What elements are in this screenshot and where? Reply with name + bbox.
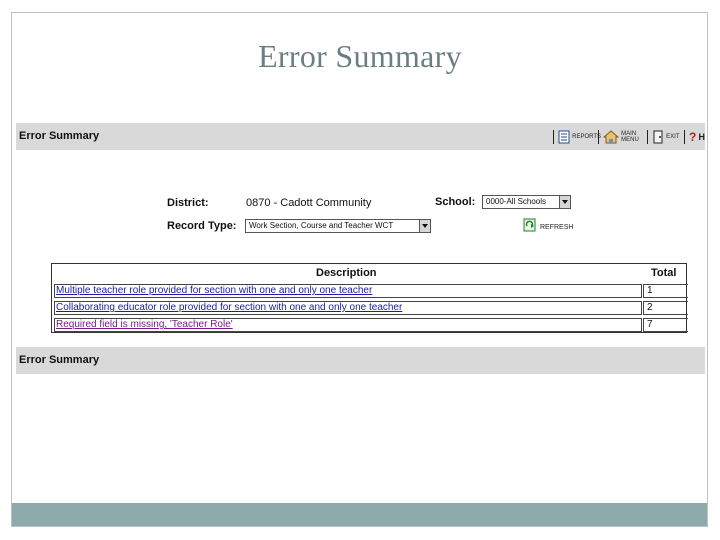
record-type-select-value: Work Section, Course and Teacher WCT <box>249 221 394 230</box>
refresh-button[interactable]: Refresh <box>523 218 573 237</box>
error-total: 1 <box>643 284 688 298</box>
toolbar-separator <box>598 130 600 144</box>
reports-button[interactable]: Reports <box>558 130 602 144</box>
chevron-down-icon[interactable] <box>559 196 570 208</box>
record-type-select[interactable]: Work Section, Course and Teacher WCT <box>245 219 431 233</box>
house-icon <box>603 130 620 144</box>
record-type-label: Record Type: <box>167 220 237 232</box>
footer-title: Error Summary <box>19 354 100 366</box>
error-description-link[interactable]: Multiple teacher role provided for secti… <box>54 284 642 298</box>
main-menu-label: Main Menu <box>621 131 639 143</box>
error-description-link[interactable]: Required field is missing, 'Teacher Role… <box>54 318 642 332</box>
total-header: Total <box>651 267 677 279</box>
door-icon <box>652 130 664 144</box>
school-select-value: 0000-All Schools <box>486 197 547 206</box>
description-header: Description <box>316 267 377 279</box>
help-label: H <box>698 132 706 142</box>
question-icon: ? <box>689 130 697 144</box>
chevron-down-icon[interactable] <box>419 220 430 232</box>
error-description-link[interactable]: Collaborating educator role provided for… <box>54 301 642 315</box>
error-summary-table: Description Total Multiple teacher role … <box>51 263 688 333</box>
help-button[interactable]: ? H <box>689 130 706 144</box>
slide-footer-band <box>12 503 707 526</box>
toolbar-separator <box>647 130 649 144</box>
district-value: 0870 - Cadott Community <box>246 197 372 209</box>
school-label: School: <box>435 196 476 208</box>
refresh-label: Refresh <box>540 224 574 231</box>
district-label: District: <box>167 197 209 209</box>
error-total: 2 <box>643 301 688 315</box>
refresh-icon <box>523 218 536 237</box>
exit-button[interactable]: Exit <box>652 130 680 144</box>
toolbar-separator <box>553 130 555 144</box>
exit-label: Exit <box>666 134 680 140</box>
toolbar: Reports Main Menu Exit ? H <box>549 127 705 147</box>
reports-label: Reports <box>572 134 602 140</box>
footer-bar-gray: Error Summary <box>16 347 705 374</box>
toolbar-separator <box>683 130 685 144</box>
slide-title: Error Summary <box>258 38 462 74</box>
error-total: 7 <box>643 318 688 332</box>
header-bar: Error Summary Reports Main Menu Exit ? <box>16 123 705 150</box>
school-select[interactable]: 0000-All Schools <box>482 195 571 209</box>
document-icon <box>558 130 570 144</box>
svg-text:?: ? <box>689 130 696 144</box>
page-title: Error Summary <box>19 130 100 142</box>
main-menu-button[interactable]: Main Menu <box>603 130 643 144</box>
